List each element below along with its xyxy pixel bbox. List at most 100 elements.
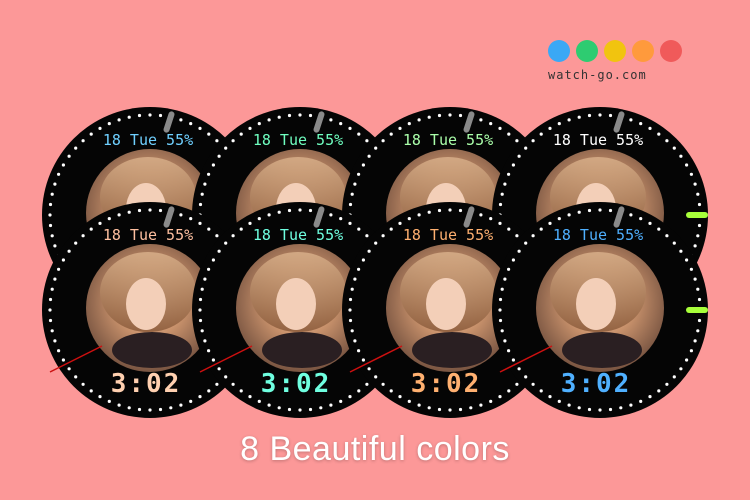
tick-dot xyxy=(685,358,689,362)
tick-dot xyxy=(67,154,71,158)
tick-dot xyxy=(74,146,78,150)
tick-dot xyxy=(198,308,202,312)
time-text: 3:02 xyxy=(411,369,482,399)
tick-dot xyxy=(531,139,535,143)
tick-dot xyxy=(329,118,333,122)
tick-dot xyxy=(479,213,483,217)
tick-dot xyxy=(489,217,493,221)
tick-dot xyxy=(50,234,54,238)
tick-dot xyxy=(298,208,302,212)
tick-dot xyxy=(137,208,142,213)
tick-dot xyxy=(357,389,361,393)
tick-dot xyxy=(211,358,215,362)
tick-dot xyxy=(685,163,689,167)
tick-dot xyxy=(567,213,571,217)
tick-dot xyxy=(189,217,193,221)
tick-dot xyxy=(158,208,163,213)
tick-dot xyxy=(81,234,85,238)
tick-dot xyxy=(548,221,552,225)
date-text: 18 Tue 55% xyxy=(553,226,643,244)
tick-dot xyxy=(503,339,507,343)
tick-dot xyxy=(179,118,183,122)
tick-dot xyxy=(48,308,52,312)
watch-face-8: 18 Tue 55% 3:02 xyxy=(492,202,708,418)
tick-dot xyxy=(239,132,243,136)
tick-dot xyxy=(548,126,552,130)
hour-marker xyxy=(686,212,708,218)
tick-dot xyxy=(107,122,111,126)
tick-dot xyxy=(629,213,633,217)
tick-dot xyxy=(287,407,292,412)
tick-dot xyxy=(207,227,211,231)
tick-dot xyxy=(117,118,121,122)
tick-dot xyxy=(407,399,411,403)
tick-dot xyxy=(577,115,581,119)
tick-dot xyxy=(350,287,354,291)
tick-dot xyxy=(189,122,193,126)
tick-dot xyxy=(267,403,271,407)
tick-dot xyxy=(657,227,661,231)
tick-dot xyxy=(224,146,228,150)
tick-dot xyxy=(398,126,402,130)
tick-dot xyxy=(696,287,700,291)
tick-dot xyxy=(679,154,683,158)
tick-dot xyxy=(374,241,378,245)
tick-dot xyxy=(231,382,235,386)
brand-dot-3 xyxy=(604,40,626,62)
tick-dot xyxy=(308,113,313,118)
tick-dot xyxy=(339,217,343,221)
tick-dot xyxy=(217,367,221,371)
tick-dot xyxy=(57,172,61,176)
date-text: 18 Tue 55% xyxy=(553,131,643,149)
tick-dot xyxy=(348,308,352,312)
tick-dot xyxy=(469,406,473,410)
tick-dot xyxy=(511,258,515,262)
tick-dot xyxy=(539,227,543,231)
tick-dot xyxy=(117,213,121,217)
tick-dot xyxy=(350,329,354,333)
tick-dot xyxy=(203,182,207,186)
tick-dot xyxy=(489,399,493,403)
tick-dot xyxy=(427,406,431,410)
tick-dot xyxy=(329,213,333,217)
tick-dot xyxy=(448,113,452,117)
tick-dot xyxy=(548,395,552,399)
tick-dot xyxy=(267,118,271,122)
tick-dot xyxy=(479,403,483,407)
tick-dot xyxy=(503,277,507,281)
tick-dot xyxy=(231,139,235,143)
tick-dot xyxy=(308,208,313,213)
tick-dot xyxy=(458,113,463,118)
tick-dot xyxy=(89,389,93,393)
tick-dot xyxy=(587,113,592,118)
caption: 8 Beautiful colors xyxy=(240,430,510,468)
tick-dot xyxy=(339,399,343,403)
tick-dot xyxy=(689,172,694,176)
tick-dot xyxy=(107,399,111,403)
tick-dot xyxy=(53,182,57,186)
photo-shoulders xyxy=(562,332,642,368)
tick-dot xyxy=(169,406,173,410)
photo-face xyxy=(276,278,316,330)
date-text: 18 Tue 55% xyxy=(253,226,343,244)
tick-dot xyxy=(619,406,623,410)
tick-dot xyxy=(639,399,643,403)
tick-dot xyxy=(498,395,502,399)
tick-dot xyxy=(524,241,528,245)
tick-dot xyxy=(50,329,54,333)
tick-dot xyxy=(48,223,53,228)
tick-dot xyxy=(531,234,535,238)
tick-dot xyxy=(353,339,357,343)
tick-dot xyxy=(287,208,292,213)
tick-dot xyxy=(417,213,421,217)
tick-dot xyxy=(507,132,511,136)
brand-logo: watch-go.com xyxy=(548,40,718,90)
tick-dot xyxy=(696,192,700,196)
photo-shoulders xyxy=(412,332,492,368)
tick-dot xyxy=(458,407,463,412)
tick-dot xyxy=(239,227,243,231)
brand-dot-5 xyxy=(660,40,682,62)
tick-dot xyxy=(353,277,357,281)
tick-dot xyxy=(367,249,371,253)
tick-dot xyxy=(407,217,411,221)
